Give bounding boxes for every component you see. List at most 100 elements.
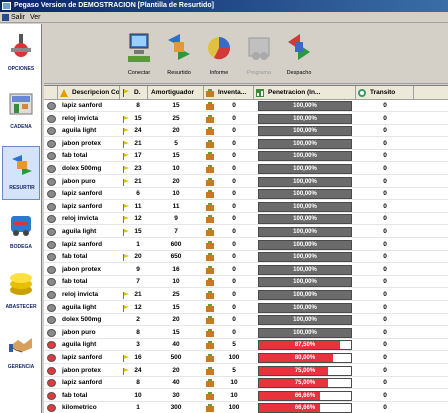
inventory-icon — [206, 278, 214, 287]
d-cell: 17 — [134, 152, 142, 160]
chart-icon — [256, 89, 264, 97]
table-row[interactable]: fab total 7 10 0 100,00% 0 — [44, 276, 448, 289]
status-indicator — [47, 114, 56, 123]
table-row[interactable]: jabon puro 21 20 0 100,00% 0 — [44, 176, 448, 188]
table-row[interactable]: fab total 17 15 0 100,00% 0 — [44, 150, 448, 163]
table-row[interactable]: fab total 10 30 10 66,66% 0 — [44, 390, 448, 402]
sidebar-item-bodega[interactable]: BODEGA — [2, 206, 40, 260]
table-row[interactable]: reloj invicta 21 25 0 100,00% 0 — [44, 289, 448, 301]
table-row[interactable]: aguila light 3 40 5 87,50% 0 — [44, 339, 448, 352]
transito-cell: 0 — [383, 303, 387, 311]
penetration-value: 75,00% — [294, 367, 316, 374]
table-row[interactable]: reloj invicta 15 25 0 100,00% 0 — [44, 113, 448, 125]
column-header-transito[interactable]: Transito — [356, 86, 414, 100]
amortiguador-cell: 300 — [170, 404, 182, 412]
handshake-icon — [9, 338, 32, 353]
description-cell: fab total — [62, 278, 88, 286]
inventario-cell: 0 — [232, 316, 236, 324]
inventario-cell: 0 — [232, 328, 236, 336]
transito-cell: 0 — [383, 354, 387, 361]
transito-cell: 0 — [383, 240, 387, 248]
table-row[interactable]: jabon protex 21 5 0 100,00% 0 — [44, 138, 448, 150]
connect-icon — [128, 33, 150, 62]
transito-cell: 0 — [383, 291, 387, 298]
table-row[interactable]: lapiz sanford 6 10 0 100,00% 0 — [44, 188, 448, 201]
amortiguador-cell: 15 — [172, 152, 180, 160]
flag-icon — [123, 292, 129, 299]
inventario-cell: 0 — [232, 190, 236, 198]
warehouse-icon — [11, 216, 31, 236]
inventory-icon — [206, 190, 214, 199]
column-header-amortiguador[interactable]: Amortiguador — [148, 86, 204, 100]
table-row[interactable]: aguila light 12 15 0 100,00% 0 — [44, 302, 448, 314]
toolbar-button-conectar[interactable]: Conectar — [120, 28, 158, 80]
toolbar-button-resurtido[interactable]: Resurtido — [160, 28, 198, 80]
table-row[interactable]: kilometrico 1 300 100 66,66% 0 — [44, 402, 448, 413]
d-cell: 11 — [134, 202, 142, 210]
penetration-bar: 75,00% — [258, 378, 352, 389]
sidebar-item-opciones[interactable]: OPCIONES — [2, 28, 40, 82]
amortiguador-cell: 5 — [174, 139, 178, 147]
transito-cell: 0 — [383, 404, 387, 412]
menu-item-salir[interactable]: Salir — [11, 12, 25, 23]
penetration-value: 100,00% — [293, 329, 317, 336]
table-row[interactable]: lapiz sanford 8 40 10 75,00% 0 — [44, 377, 448, 390]
column-header-d[interactable]: D. — [120, 86, 148, 100]
table-row[interactable]: dolex 500mg 2 20 0 100,00% 0 — [44, 314, 448, 327]
inventory-icon — [206, 404, 214, 413]
sidebar-item-label: OPCIONES — [7, 66, 35, 72]
penetration-bar: 100,00% — [258, 302, 352, 313]
amortiguador-cell: 7 — [174, 228, 178, 235]
table-row[interactable]: fab total 20 650 0 100,00% 0 — [44, 251, 448, 264]
toolbar-button-despacho[interactable]: Despacho — [280, 28, 318, 80]
toolbar-button-label: Programa — [246, 70, 272, 76]
table-row[interactable]: reloj invicta 12 9 0 100,00% 0 — [44, 213, 448, 226]
sidebar-item-abastecer[interactable]: ABASTECER — [2, 266, 40, 320]
status-indicator — [47, 253, 56, 262]
flag-icon — [123, 254, 129, 262]
amortiguador-cell: 10 — [172, 190, 180, 198]
table-row[interactable]: lapiz sanford 11 11 0 100,00% 0 — [44, 201, 448, 213]
penetration-bar: 100,00% — [258, 126, 352, 137]
inventario-cell: 0 — [232, 291, 236, 298]
column-header-penetracion[interactable]: Penetracion (In... — [254, 86, 356, 100]
table-row[interactable]: aguila light 24 20 0 100,00% 0 — [44, 125, 448, 138]
table-row[interactable]: lapiz sanford 8 15 0 100,00% 0 — [44, 100, 448, 112]
status-indicator — [47, 341, 56, 350]
table-row[interactable]: lapiz sanford 1 600 0 100,00% 0 — [44, 239, 448, 251]
sidebar-item-resurtir[interactable]: RESURTIR — [2, 146, 40, 200]
flag-icon — [123, 115, 129, 123]
column-header-inventario[interactable]: Inventa... — [204, 86, 254, 100]
table-row[interactable]: aguila light 15 7 0 100,00% 0 — [44, 226, 448, 238]
flag-icon — [123, 203, 129, 211]
penetration-bar: 100,00% — [258, 214, 352, 225]
penetration-bar: 66,66% — [258, 390, 352, 401]
table-row[interactable]: dolex 500mg 23 10 0 100,00% 0 — [44, 163, 448, 175]
penetration-value: 66,66% — [294, 405, 316, 412]
sidebar-item-gerencia[interactable]: GERENCIA — [2, 326, 40, 380]
table-row[interactable]: jabon protex 9 16 0 100,00% 0 — [44, 264, 448, 276]
inventory-icon — [206, 354, 214, 362]
column-header-descripcion[interactable]: Descripcion Corta — [58, 86, 120, 100]
amortiguador-cell: 20 — [172, 177, 180, 185]
amortiguador-cell: 15 — [172, 328, 180, 336]
toolbar-button-programa[interactable]: Programa — [240, 28, 278, 80]
inventario-cell: 0 — [232, 114, 236, 122]
d-cell: 1 — [136, 240, 140, 248]
table-row[interactable]: jabon protex 24 20 5 75,00% 0 — [44, 365, 448, 377]
penetration-value: 100,00% — [293, 241, 317, 248]
description-cell: kilometrico — [62, 404, 97, 412]
inventory-icon — [206, 253, 214, 262]
status-indicator — [47, 379, 56, 388]
column-header-status[interactable] — [44, 86, 58, 100]
flag-icon — [123, 178, 129, 186]
inventario-cell: 0 — [232, 165, 236, 172]
toolbar-button-label: Resurtido — [167, 70, 191, 76]
table-row[interactable]: lapiz sanford 16 500 100 80,00% 0 — [44, 352, 448, 364]
toolbar-button-informe[interactable]: Informe — [200, 28, 238, 80]
penetration-bar: 87,50% — [258, 340, 352, 351]
inventory-icon — [206, 114, 214, 123]
table-row[interactable]: jabon puro 8 15 0 100,00% 0 — [44, 327, 448, 339]
menu-item-ver[interactable]: Ver — [30, 12, 41, 23]
sidebar-item-cadena[interactable]: CADENA — [2, 86, 40, 140]
